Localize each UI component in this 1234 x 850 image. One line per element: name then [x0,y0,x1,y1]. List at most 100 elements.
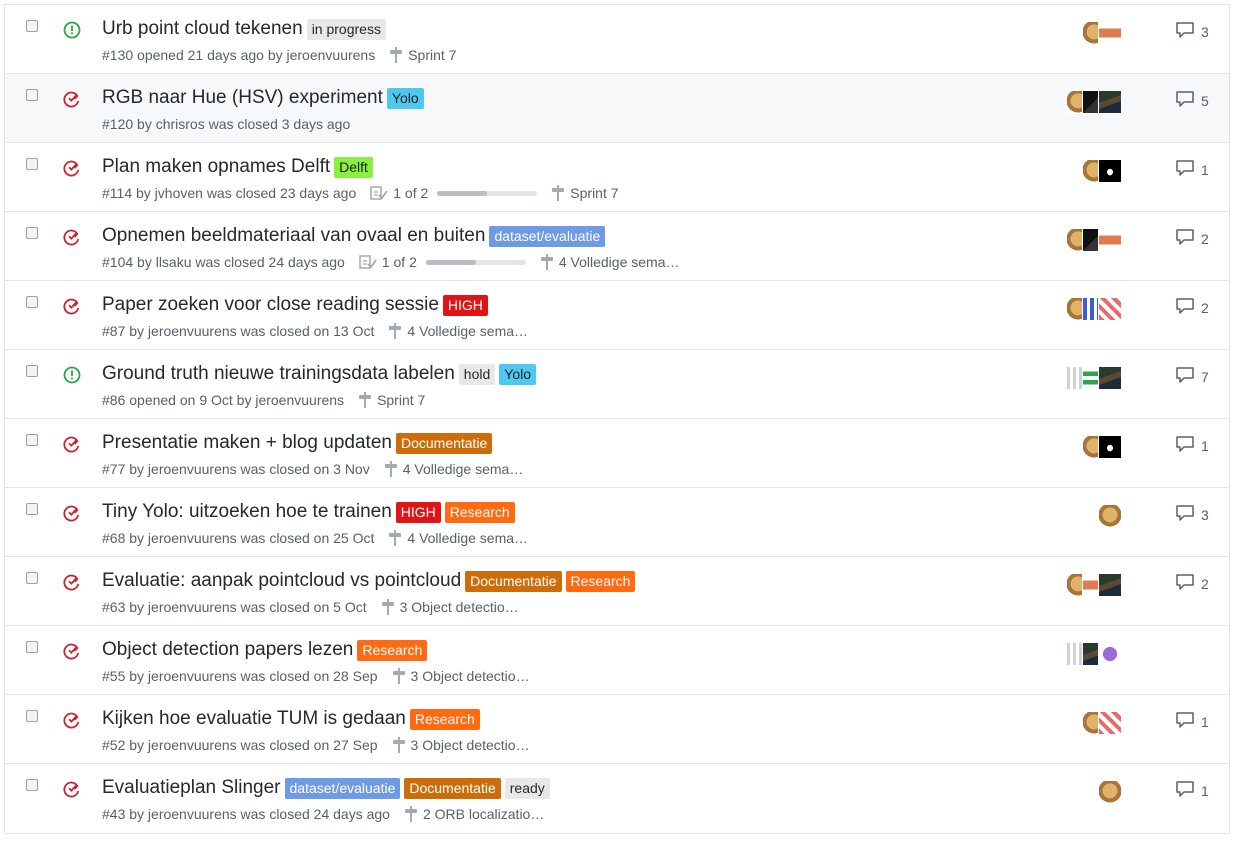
avatar[interactable] [1098,435,1122,459]
issue-row[interactable]: Opnemen beeldmateriaal van ovaal en buit… [5,212,1229,281]
issue-row[interactable]: Kijken hoe evaluatie TUM is gedaan Resear… [5,695,1229,764]
issue-label[interactable]: Research [409,708,480,730]
issue-label[interactable]: in progress [306,18,386,40]
issue-meta: #114 by jvhoven was closed 23 days ago 1 … [102,185,619,201]
issue-label[interactable]: Research [565,570,636,592]
comments-link[interactable]: 3 [1175,504,1209,525]
avatar[interactable] [1098,711,1122,735]
comments-link[interactable]: 2 [1175,573,1209,594]
assignee-avatars [1066,90,1122,114]
issue-checkbox[interactable] [26,20,38,32]
issue-checkbox[interactable] [26,227,38,239]
avatar[interactable] [1098,297,1122,321]
avatar[interactable] [1098,504,1122,528]
issue-checkbox[interactable] [26,572,38,584]
issue-label[interactable]: Documentatie [404,777,501,799]
issue-row[interactable]: Urb point cloud tekenen in progress #130 o… [5,5,1229,74]
milestone-icon [404,806,418,822]
milestone-link[interactable]: 4 Volledige sema… [403,461,524,477]
comments-link[interactable]: 1 [1175,711,1209,732]
issue-title-link[interactable]: Opnemen beeldmateriaal van ovaal en buit… [102,225,485,247]
milestone-link[interactable]: 4 Volledige sema… [407,530,528,546]
comments-link[interactable]: 2 [1175,297,1209,318]
milestone-icon [392,668,406,684]
issue-label[interactable]: Yolo [386,87,424,109]
issue-title-link[interactable]: Paper zoeken voor close reading sessie [102,294,439,316]
issue-label[interactable]: dataset/evaluatie [284,777,401,799]
issue-label[interactable]: HIGH [395,501,441,523]
avatar[interactable] [1098,228,1122,252]
milestone-link[interactable]: 3 Object detectio… [411,737,530,753]
milestone-link[interactable]: 3 Object detectio… [411,668,530,684]
avatar[interactable] [1098,780,1122,804]
comments-link[interactable]: 3 [1175,21,1209,42]
issue-title-link[interactable]: RGB naar Hue (HSV) experiment [102,87,383,109]
issue-label[interactable]: HIGH [442,294,488,316]
issue-checkbox[interactable] [26,296,38,308]
issue-label[interactable]: Delft [334,156,373,178]
issue-title-link[interactable]: Object detection papers lezen [102,639,353,661]
avatar[interactable] [1098,366,1122,390]
issue-title-line: Paper zoeken voor close reading sessie HI… [102,294,488,316]
issue-meta: #63 by jeroenvuurens was closed on 5 Oct… [102,599,519,615]
milestone-link[interactable]: 2 ORB localizatio… [423,806,544,822]
issue-label[interactable]: Documentatie [395,432,493,454]
issue-row[interactable]: RGB naar Hue (HSV) experiment Yolo #120 by… [5,74,1229,143]
issue-checkbox[interactable] [26,89,38,101]
milestone-icon [388,530,402,546]
milestone-link[interactable]: Sprint 7 [408,47,456,63]
issue-meta-text: #43 by jeroenvuurens was closed 24 days … [102,806,390,822]
issue-title-link[interactable]: Evaluatie: aanpak pointcloud vs pointclo… [102,570,461,592]
comment-icon [1175,90,1201,111]
issue-title-link[interactable]: Tiny Yolo: uitzoeken hoe te trainen [102,501,392,523]
issue-title-link[interactable]: Ground truth nieuwe trainingsdata labele… [102,363,455,385]
assignee-avatars [1098,780,1122,804]
issue-row[interactable]: Ground truth nieuwe trainingsdata labele… [5,350,1229,419]
issue-checkbox[interactable] [26,779,38,791]
comments-link[interactable]: 5 [1175,90,1209,111]
milestone-link[interactable]: 4 Volledige sema… [559,254,680,270]
avatar[interactable] [1098,573,1122,597]
avatar[interactable] [1098,90,1122,114]
issue-row[interactable]: Paper zoeken voor close reading sessie HI… [5,281,1229,350]
issue-checkbox[interactable] [26,710,38,722]
issue-row[interactable]: Evaluatieplan Slinger dataset/evaluatie Do… [5,764,1229,833]
milestone-link[interactable]: 4 Volledige sema… [407,323,528,339]
issue-label[interactable]: hold [458,363,496,385]
milestone-link[interactable]: 3 Object detectio… [400,599,519,615]
avatar[interactable] [1098,21,1122,45]
issue-checkbox[interactable] [26,641,38,653]
issue-row[interactable]: Plan maken opnames Delft Delft #114 by jvh… [5,143,1229,212]
issue-checkbox[interactable] [26,503,38,515]
issue-label[interactable]: Yolo [499,363,537,385]
issue-checkbox[interactable] [26,365,38,377]
issue-row[interactable]: Object detection papers lezen Research #55… [5,626,1229,695]
avatar[interactable] [1098,159,1122,183]
issue-label[interactable]: dataset/evaluatie [489,225,606,247]
issue-title-link[interactable]: Urb point cloud tekenen [102,18,303,40]
issue-title-link[interactable]: Evaluatieplan Slinger [102,777,281,799]
issue-row[interactable]: Presentatie maken + blog updaten Document… [5,419,1229,488]
issue-title-line: Ground truth nieuwe trainingsdata labele… [102,363,537,385]
issue-title-link[interactable]: Plan maken opnames Delft [102,156,330,178]
issue-label[interactable]: ready [504,777,550,799]
issue-title-link[interactable]: Presentatie maken + blog updaten [102,432,392,454]
issue-row[interactable]: Tiny Yolo: uitzoeken hoe te trainen HIGH R… [5,488,1229,557]
comments-link[interactable]: 7 [1175,366,1209,387]
issue-label[interactable]: Research [444,501,515,523]
avatar[interactable] [1098,642,1122,666]
comments-link[interactable]: 1 [1175,435,1209,456]
milestone-link[interactable]: Sprint 7 [377,392,425,408]
issue-label[interactable]: Documentatie [465,570,562,592]
comments-link[interactable]: 1 [1175,159,1209,180]
comments-link[interactable]: 1 [1175,780,1209,801]
milestone-link[interactable]: Sprint 7 [570,185,618,201]
issue-title-line: Evaluatie: aanpak pointcloud vs pointclo… [102,570,636,592]
issue-checkbox[interactable] [26,158,38,170]
issue-meta-text: #86 opened on 9 Oct by jeroenvuurens [102,392,345,408]
issue-label[interactable]: Research [357,639,428,661]
issue-row[interactable]: Evaluatie: aanpak pointcloud vs pointclo… [5,557,1229,626]
comments-link[interactable]: 2 [1175,228,1209,249]
issue-checkbox[interactable] [26,434,38,446]
issue-title-link[interactable]: Kijken hoe evaluatie TUM is gedaan [102,708,406,730]
